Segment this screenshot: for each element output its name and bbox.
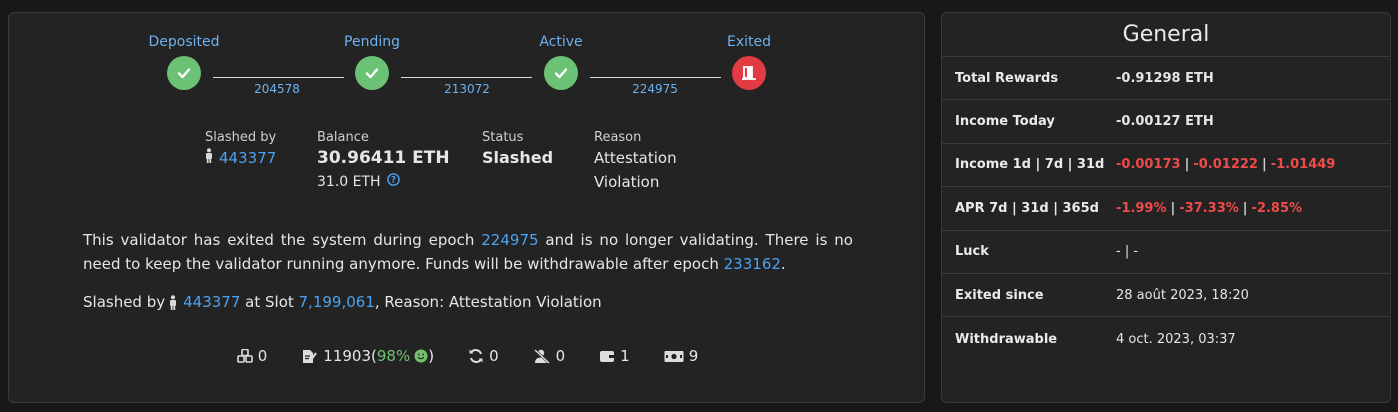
wallet-icon [599,349,615,363]
sync-icon [468,348,484,364]
status-block: Status Slashed [482,130,553,170]
stat-proposals[interactable]: 0 [236,347,268,365]
row-label: Income 1d | 7d | 31d [955,157,1105,173]
row-income: Income 1d | 7d | 31d -0.00173 | -0.01222 | -… [942,144,1390,188]
person-icon [205,146,213,170]
user-slash-icon [533,348,551,364]
effective-balance: 31.0 ETH [317,174,381,190]
apr-31d: -37.33% [1179,200,1239,216]
apr-365d: -2.85% [1251,200,1303,216]
slashed-by-label: Slashed by [205,130,277,145]
withdrawals-count: 9 [688,347,699,365]
row-label: Withdrawable [955,331,1058,347]
income-1d: -0.00173 [1116,157,1181,173]
balance-label: Balance [317,130,369,145]
status-value: Slashed [482,148,554,167]
slash-at-slot: at Slot [240,293,299,311]
svg-text:?: ? [391,176,396,186]
reason-value-line2: Violation [594,173,660,191]
exit-message-text: This validator has exited the system dur… [83,231,482,249]
exit-message: This validator has exited the system dur… [83,228,853,276]
validator-overview-card: Deposited 204578 Pending 213072 Active 2… [8,12,925,403]
file-signature-icon [301,349,318,364]
row-total-rewards: Total Rewards -0.91298 ETH [942,57,1390,101]
slashings-count: 0 [555,347,566,365]
stat-sync[interactable]: 0 [468,347,499,365]
slash-reason: , Reason: Attestation Violation [374,293,602,311]
income-today-value: -0.00127 ETH [1116,114,1214,130]
exit-epoch-link[interactable]: 224975 [481,231,538,249]
row-label: Luck [955,244,989,260]
reason-label: Reason [594,130,642,145]
check-icon [355,56,389,90]
balance-value: 30.96411 ETH [317,148,450,168]
step-label: Deposited [148,34,220,50]
step-exited: Exited [689,32,809,90]
slash-summary: Slashed by 443377 at Slot 7,199,061, Rea… [83,290,853,314]
row-label: Income Today [955,114,1055,130]
check-icon [544,56,578,90]
row-apr: APR 7d | 31d | 365d -1.99% | -37.33% | -2.85… [942,187,1390,231]
luck-value: - | - [1116,244,1139,260]
general-title: General [942,13,1390,57]
stat-slashings[interactable]: 0 [533,347,566,365]
step-label: Active [539,34,583,50]
total-rewards-value: -0.91298 ETH [1116,70,1214,86]
general-card: General Total Rewards -0.91298 ETH Incom… [941,12,1391,403]
person-icon [169,294,177,310]
apr-7d: -1.99% [1116,200,1167,216]
balance-block: Balance 30.96411 ETH 31.0 ETH ? [317,130,450,194]
stat-withdrawals[interactable]: 9 [664,347,699,365]
stats-row: 0 11903(98%) 0 0 1 9 [9,347,926,365]
deposits-count: 1 [620,347,630,365]
smile-icon [414,349,428,363]
step-label: Pending [344,34,400,50]
proposals-count: 0 [257,347,268,365]
status-label: Status [482,130,524,145]
sync-count: 0 [489,347,499,365]
help-icon[interactable]: ? [386,170,400,194]
income-31d: -1.01449 [1270,157,1336,173]
slasher-validator-link[interactable]: 443377 [219,146,276,170]
door-exit-icon [732,56,766,90]
withdraw-epoch-link[interactable]: 233162 [724,255,781,273]
exited-since-value[interactable]: 28 août 2023, 18:20 [1116,288,1249,303]
slash-prefix: Slashed by [83,293,166,311]
cubes-icon [236,349,253,363]
row-income-today: Income Today -0.00127 ETH [942,100,1390,144]
row-withdrawable: Withdrawable 4 oct. 2023, 03:37 [942,317,1390,360]
row-luck: Luck - | - [942,231,1390,274]
step-label: Exited [726,34,771,50]
slashed-by-block: Slashed by 443377 [205,130,276,170]
income-7d: -0.01222 [1193,157,1258,173]
withdrawable-value: 4 oct. 2023, 03:37 [1116,331,1236,347]
stat-attestations[interactable]: 11903(98%) [301,347,434,365]
reason-block: Reason Attestation Violation [594,130,677,194]
attestation-percentage: 98% [376,347,411,365]
reason-value-line1: Attestation [594,149,677,167]
attestations-count: 11903 [323,347,371,365]
row-label: Exited since [955,287,1044,303]
money-bill-icon [664,350,684,363]
exit-message-text: . [780,255,786,273]
check-icon [167,56,201,90]
row-label: APR 7d | 31d | 365d [955,200,1099,216]
slot-link[interactable]: 7,199,061 [299,290,375,314]
row-exited-since: Exited since 28 août 2023, 18:20 [942,274,1390,318]
row-label: Total Rewards [955,70,1059,86]
slasher-validator-link[interactable]: 443377 [183,290,240,314]
stat-deposits[interactable]: 1 [599,347,630,365]
